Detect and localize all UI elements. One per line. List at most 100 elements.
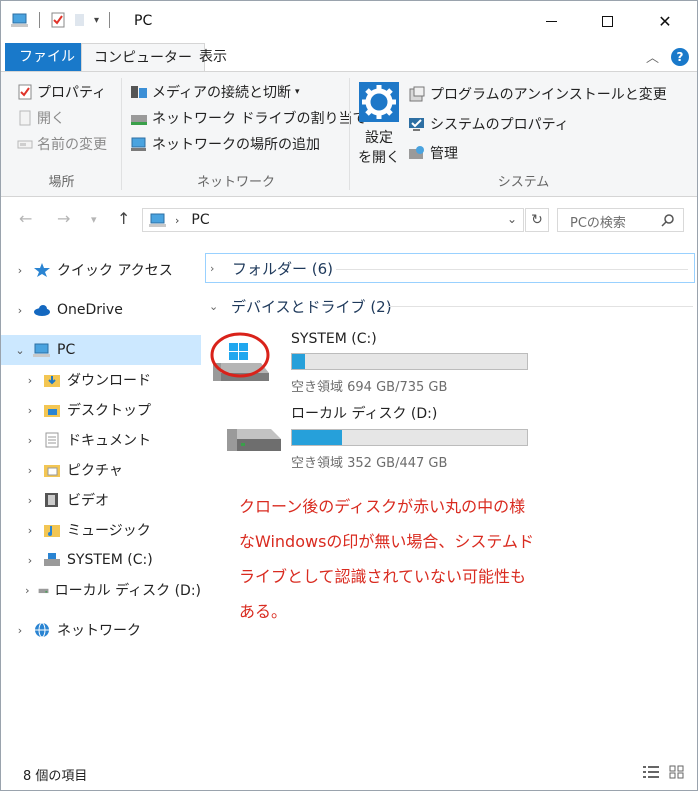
network-drive-icon	[131, 115, 147, 125]
expand-chevron-icon[interactable]: ›	[23, 374, 37, 387]
back-arrow-icon[interactable]: ←	[19, 209, 32, 228]
system-drive-icon	[44, 553, 60, 566]
nav-item-downloads[interactable]: › ダウンロード	[1, 365, 201, 395]
address-dropdown-icon[interactable]: ⌄	[507, 212, 517, 226]
expand-chevron-icon[interactable]: ›	[13, 624, 27, 637]
nav-item-music[interactable]: › ミュージック	[1, 515, 201, 545]
star-icon	[34, 263, 50, 277]
nav-item-pictures[interactable]: › ピクチャ	[1, 455, 201, 485]
new-folder-icon[interactable]	[72, 12, 88, 28]
forward-arrow-icon[interactable]: →	[57, 209, 70, 228]
nav-item-system-drive[interactable]: › SYSTEM (C:)	[1, 545, 201, 575]
cloud-icon	[34, 305, 50, 316]
breadcrumb-pc[interactable]: PC	[191, 212, 209, 228]
music-icon	[44, 525, 60, 537]
drive-tile-d[interactable]: ローカル ディスク (D:) 空き領域 352 GB/447 GB	[201, 403, 697, 473]
quick-access-toolbar: ▾	[11, 12, 114, 28]
group-header-devices[interactable]: ⌄ デバイスとドライブ (2)	[209, 291, 693, 321]
properties-icon[interactable]	[50, 12, 66, 28]
ribbon-group-network: メディアの接続と切断 ▾ ネットワーク ドライブの割り当て ▾ ネットワークの場…	[122, 72, 375, 196]
ribbon-group-location: プロパティ 開く 名前の変更 場所	[1, 72, 122, 196]
rename-button[interactable]: 名前の変更	[17, 134, 107, 154]
expand-chevron-icon[interactable]: ›	[23, 494, 37, 507]
collapse-ribbon-icon[interactable]: ︿	[646, 47, 659, 66]
drive-tile-c[interactable]: SYSTEM (C:) 空き領域 694 GB/735 GB	[201, 329, 697, 399]
expand-chevron-icon[interactable]: ›	[23, 434, 37, 447]
rename-icon	[17, 140, 33, 149]
nav-item-desktop[interactable]: › デスクトップ	[1, 395, 201, 425]
expand-chevron-icon[interactable]: ›	[23, 524, 37, 537]
nav-label: ビデオ	[67, 493, 109, 509]
expand-chevron-icon[interactable]: ›	[23, 584, 32, 597]
collapse-chevron-icon[interactable]: ⌄	[13, 344, 27, 357]
expand-chevron-icon[interactable]: ›	[23, 404, 37, 417]
collapse-chevron-icon[interactable]: ⌄	[209, 300, 225, 313]
expand-chevron-icon[interactable]: ›	[210, 262, 226, 275]
system-properties-button[interactable]: システムのプロパティ	[408, 114, 569, 134]
up-arrow-icon[interactable]: ↑	[117, 209, 130, 228]
open-button[interactable]: 開く	[17, 108, 65, 128]
gear-icon	[359, 82, 399, 122]
add-network-location-button[interactable]: ネットワークの場所の追加	[130, 134, 320, 154]
open-settings-button[interactable]: 設定 を開く	[358, 82, 400, 168]
recent-locations-icon[interactable]: ▾	[91, 213, 97, 226]
group-rule	[387, 306, 693, 307]
nav-label: ローカル ディスク (D:)	[54, 583, 201, 599]
group-label-location: 場所	[48, 175, 75, 190]
close-button[interactable]: ✕	[642, 1, 688, 41]
uninstall-programs-label: プログラムのアンインストールと変更	[430, 87, 667, 103]
uninstall-programs-button[interactable]: プログラムのアンインストールと変更	[408, 84, 667, 104]
annotation-line: クローン後のディスクが赤い丸の中の様	[239, 497, 526, 516]
drive-name: ローカル ディスク (D:)	[291, 406, 438, 422]
network-location-icon	[131, 137, 146, 151]
tab-view[interactable]: 表示	[187, 43, 239, 71]
close-icon: ✕	[658, 11, 672, 31]
nav-item-network[interactable]: › ネットワーク	[1, 615, 201, 645]
drive-icon	[227, 429, 281, 451]
nav-item-onedrive[interactable]: › OneDrive	[1, 295, 201, 325]
help-icon[interactable]: ?	[671, 47, 689, 66]
separator	[109, 12, 111, 28]
nav-item-quick-access[interactable]: › クイック アクセス	[1, 255, 201, 285]
nav-item-pc[interactable]: ⌄ PC	[1, 335, 201, 365]
download-folder-icon	[44, 375, 60, 387]
breadcrumb-separator-icon[interactable]: ›	[175, 214, 179, 227]
map-network-drive-button[interactable]: ネットワーク ドライブの割り当て ▾	[130, 108, 375, 128]
expand-chevron-icon[interactable]: ›	[13, 264, 27, 277]
search-box[interactable]: PCの検索	[557, 208, 684, 232]
nav-item-documents[interactable]: › ドキュメント	[1, 425, 201, 455]
tab-file[interactable]: ファイル	[5, 43, 89, 71]
nav-label: ドキュメント	[67, 433, 151, 449]
nav-item-local-disk-d[interactable]: › ローカル ディスク (D:)	[1, 575, 201, 605]
details-view-icon[interactable]	[643, 765, 659, 779]
nav-label: OneDrive	[57, 302, 123, 318]
properties-button[interactable]: プロパティ	[17, 82, 106, 102]
expand-chevron-icon[interactable]: ›	[23, 554, 37, 567]
customize-dropdown-icon[interactable]: ▾	[94, 15, 99, 26]
address-bar[interactable]: › PC ⌄	[142, 208, 524, 232]
nav-item-videos[interactable]: › ビデオ	[1, 485, 201, 515]
navigation-pane: › クイック アクセス › OneDrive ⌄ PC › ダウンロード › デ…	[1, 241, 201, 751]
minimize-button[interactable]	[528, 1, 574, 41]
folders-header-label: フォルダー (6)	[232, 259, 334, 278]
pc-icon[interactable]	[11, 12, 29, 28]
large-icons-view-icon[interactable]	[669, 765, 685, 779]
expand-chevron-icon[interactable]: ›	[23, 464, 37, 477]
maximize-button[interactable]	[584, 1, 630, 41]
pc-icon	[149, 213, 166, 227]
programs-icon	[409, 86, 425, 102]
rename-label: 名前の変更	[37, 137, 107, 153]
refresh-button[interactable]: ↻	[525, 208, 549, 232]
map-media-button[interactable]: メディアの接続と切断 ▾	[130, 82, 300, 102]
expand-chevron-icon[interactable]: ›	[13, 304, 27, 317]
explorer-window: ▾ PC ✕ ファイル コンピューター 表示 ︿ ? プロパティ 開く 名前の変…	[0, 0, 698, 791]
media-device-icon	[131, 86, 147, 98]
drive-info-d: ローカル ディスク (D:) 空き領域 352 GB/447 GB	[291, 403, 528, 471]
free-space-text: 空き領域 352 GB/447 GB	[291, 456, 448, 471]
group-header-folders[interactable]: › フォルダー (6)	[205, 253, 695, 283]
properties-label: プロパティ	[37, 85, 107, 101]
manage-button[interactable]: 管理	[408, 143, 458, 163]
settings-label-line2: を開く	[358, 150, 400, 166]
annotation-line: ライブとして認識されていない可能性も	[239, 567, 527, 586]
properties-icon	[18, 84, 32, 100]
